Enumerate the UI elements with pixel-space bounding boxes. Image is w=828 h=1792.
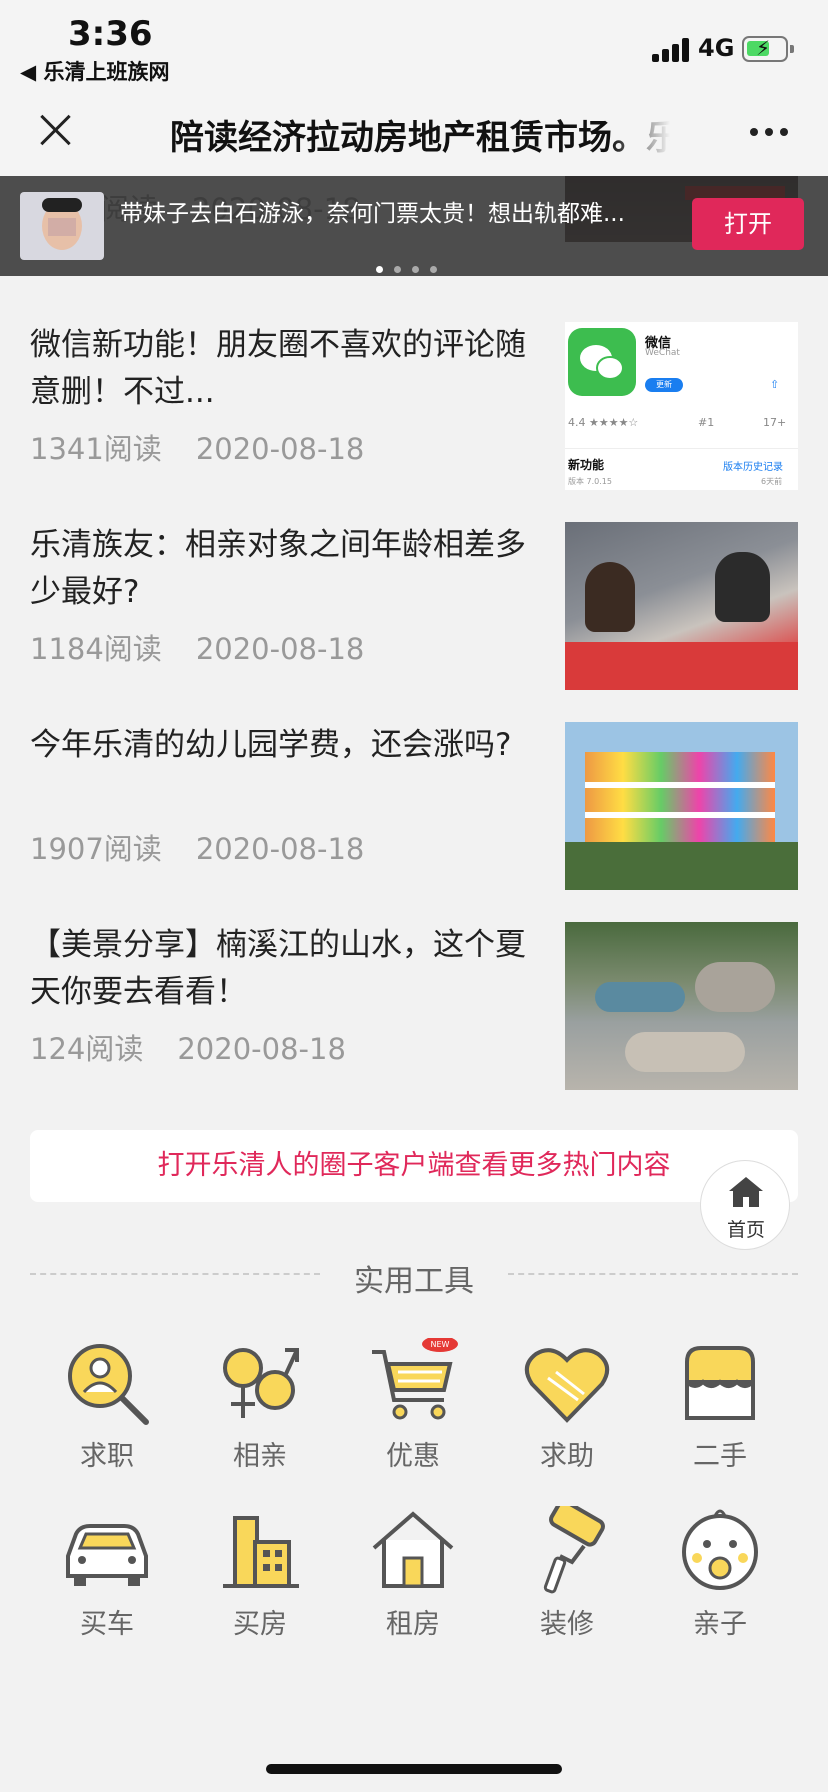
share-icon: ⇧ xyxy=(770,378,780,391)
article-date: 2020-08-18 xyxy=(177,1032,346,1066)
tool-label: 优惠 xyxy=(386,1441,440,1472)
more-icon[interactable] xyxy=(750,128,790,138)
tool-label: 二手 xyxy=(693,1441,747,1472)
house-icon xyxy=(368,1506,458,1596)
open-app-button[interactable]: 打开 xyxy=(692,198,804,250)
list-item[interactable]: 今年乐清的幼儿园学费，还会涨吗? 1907阅读 2020-08-18 xyxy=(0,722,828,922)
article-title: 今年乐清的幼儿园学费，还会涨吗? xyxy=(30,727,512,763)
avatar xyxy=(20,192,104,260)
secondhand-icon xyxy=(675,1338,765,1428)
app-age: 17+ xyxy=(763,416,787,429)
tool-discount[interactable]: NEW 优惠 xyxy=(348,1336,478,1488)
tools-heading-label: 实用工具 xyxy=(354,1264,474,1299)
new-badge: NEW xyxy=(431,1340,450,1349)
back-to-app-link[interactable]: ◀ 乐清上班族网 xyxy=(20,56,169,86)
article-reads: 1907阅读 xyxy=(30,832,162,866)
paint-roller-icon xyxy=(522,1499,612,1596)
wechat-app-icon xyxy=(568,328,636,396)
page-title: 陪读经济拉动房地产租赁市场。乐 xyxy=(170,118,670,158)
article-date: 2020-08-18 xyxy=(195,632,365,666)
article-title: 乐清族友：相亲对象之间年龄相差多少最好? xyxy=(30,527,526,610)
tool-help[interactable]: 求助 xyxy=(502,1338,632,1488)
list-item[interactable]: 微信新功能！朋友圈不喜欢的评论随意删！不过... 1341阅读 2020-08-1… xyxy=(0,322,828,522)
tool-label: 相亲 xyxy=(233,1441,287,1472)
tool-label: 租房 xyxy=(386,1609,440,1640)
article-thumbnail xyxy=(565,922,798,1090)
article-title: 微信新功能！朋友圈不喜欢的评论随意删！不过... xyxy=(30,327,526,410)
cart-icon: NEW xyxy=(368,1336,458,1428)
home-icon xyxy=(727,1175,765,1213)
car-icon xyxy=(62,1506,152,1596)
open-client-link[interactable]: 打开乐清人的圈子客户端查看更多热门内容 xyxy=(30,1130,798,1202)
tool-job[interactable]: 求职 xyxy=(42,1338,172,1488)
nav-bar: 陪读经济拉动房地产租赁市场。乐 xyxy=(0,90,828,176)
article-reads: 1184阅读 xyxy=(30,632,162,666)
list-item[interactable]: 乐清族友：相亲对象之间年龄相差多少最好? 1184阅读 2020-08-18 xyxy=(0,522,828,722)
tool-car[interactable]: 买车 xyxy=(42,1506,172,1656)
close-icon[interactable] xyxy=(34,108,78,152)
battery-icon: ⚡ xyxy=(742,36,794,62)
new-features-label: 新功能 xyxy=(568,458,605,472)
app-rank: #1 xyxy=(698,416,715,429)
promo-banner[interactable]: 带妹子去白石游泳，奈何门票太贵！想出轨都难... 打开 xyxy=(0,176,828,276)
job-search-icon xyxy=(62,1338,152,1428)
article-meta: 124阅读 2020-08-18 xyxy=(30,1026,346,1068)
version-history-link: 版本历史记录 xyxy=(723,462,783,473)
status-bar: 3:36 ◀ 乐清上班族网 4G ⚡ xyxy=(0,0,828,90)
tools-heading: 实用工具 xyxy=(30,1256,798,1299)
article-meta: 1341阅读 2020-08-18 xyxy=(30,426,364,468)
home-indicator xyxy=(266,1764,562,1774)
tool-rent[interactable]: 租房 xyxy=(348,1506,478,1656)
banner-text: 带妹子去白石游泳，奈何门票太贵！想出轨都难... xyxy=(120,201,625,227)
article-meta: 1184阅读 2020-08-18 xyxy=(30,626,364,668)
tool-buy-house[interactable]: 买房 xyxy=(195,1506,325,1656)
dating-icon xyxy=(215,1338,305,1428)
app-update-button: 更新 xyxy=(645,378,683,392)
home-button[interactable]: 首页 xyxy=(700,1160,790,1250)
heart-hands-icon xyxy=(522,1338,612,1428)
list-item[interactable]: 【美景分享】楠溪江的山水，这个夏天你要去看看！ 124阅读 2020-08-18 xyxy=(0,922,828,1122)
article-meta: 1907阅读 2020-08-18 xyxy=(30,826,364,868)
article-date: 2020-08-18 xyxy=(195,832,365,866)
tool-secondhand[interactable]: 二手 xyxy=(655,1338,785,1488)
signal-icon xyxy=(652,38,692,62)
app-subtitle: WeChat xyxy=(645,348,680,358)
tool-label: 求助 xyxy=(540,1441,594,1472)
article-thumbnail xyxy=(565,522,798,690)
version-label: 版本 7.0.15 xyxy=(568,477,612,486)
app-rating: 4.4 ★★★★☆ xyxy=(568,416,639,429)
network-type: 4G xyxy=(698,34,735,62)
status-time: 3:36 xyxy=(68,14,153,54)
article-thumbnail xyxy=(565,722,798,890)
carousel-dots xyxy=(376,258,448,277)
tool-label: 求职 xyxy=(80,1441,134,1472)
tool-label: 买车 xyxy=(80,1609,134,1640)
article-title: 【美景分享】楠溪江的山水，这个夏天你要去看看！ xyxy=(30,927,526,1010)
tool-decoration[interactable]: 装修 xyxy=(502,1499,632,1656)
tool-label: 亲子 xyxy=(693,1609,747,1640)
article-date: 2020-08-18 xyxy=(195,432,365,466)
tool-label: 装修 xyxy=(540,1609,594,1640)
tool-parenting[interactable]: 亲子 xyxy=(655,1506,785,1656)
article-thumbnail: 微信 WeChat 更新 ⇧ 4.4 ★★★★☆ #1 17+ 新功能 版本历史… xyxy=(565,322,798,490)
article-reads: 124阅读 xyxy=(30,1032,144,1066)
days-label: 6天前 xyxy=(761,477,783,486)
tool-dating[interactable]: 相亲 xyxy=(195,1338,325,1488)
building-icon xyxy=(215,1506,305,1596)
article-reads: 1341阅读 xyxy=(30,432,162,466)
tool-label: 买房 xyxy=(233,1609,287,1640)
home-label: 首页 xyxy=(726,1219,765,1241)
baby-icon xyxy=(675,1506,765,1596)
